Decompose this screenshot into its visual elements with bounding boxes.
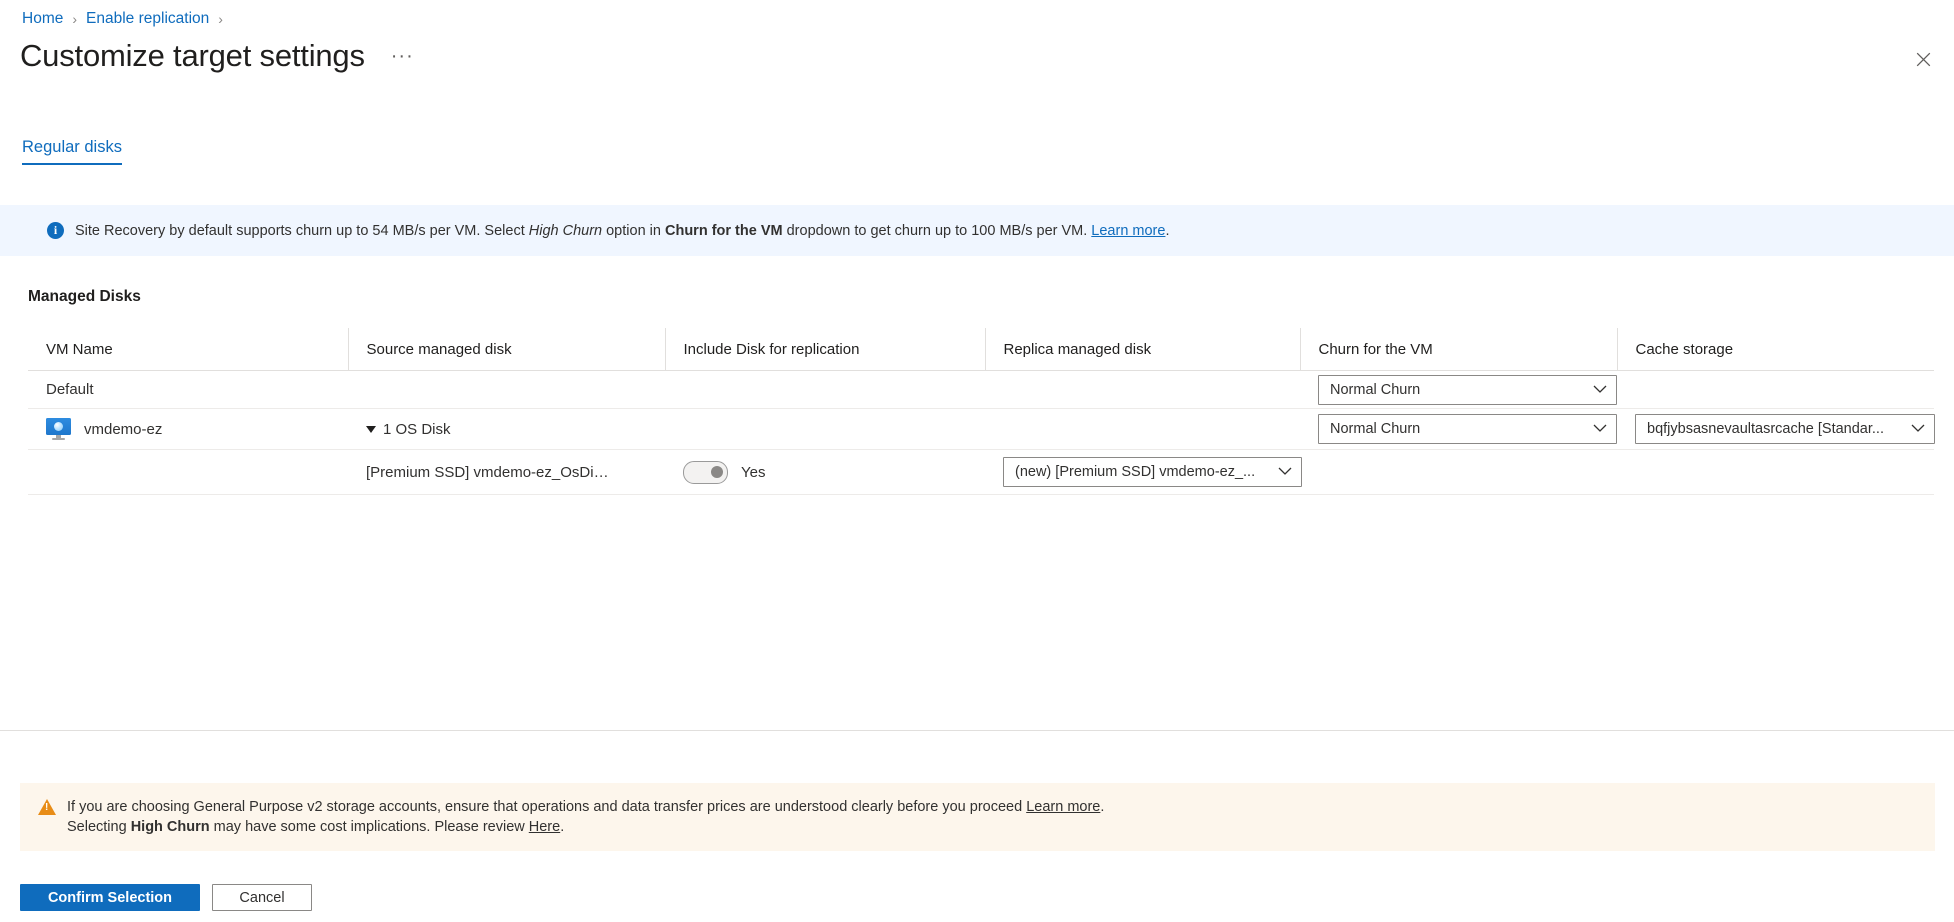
- vm-cache-storage-dropdown-value: bqfjybsasnevaultasrcache [Standar...: [1647, 421, 1884, 437]
- default-source-managed-disk: [348, 371, 665, 409]
- breadcrumb-separator-icon-2: ›: [218, 9, 223, 29]
- disk-vm-name-empty: [28, 450, 348, 495]
- vm-cache-storage-cell: bqfjybsasnevaultasrcache [Standar...: [1617, 409, 1934, 450]
- vm-name-label: vmdemo-ez: [84, 421, 162, 438]
- warning-icon: [38, 799, 56, 815]
- chevron-down-icon: [1593, 382, 1607, 398]
- info-text-part3: dropdown to get churn up to 100 MB/s per…: [783, 223, 1092, 239]
- caret-down-icon: [366, 426, 376, 433]
- column-header-source-managed-disk: Source managed disk: [348, 328, 665, 371]
- default-include-disk: [665, 371, 985, 409]
- page-header: Customize target settings ···: [20, 36, 418, 76]
- warning-line1-part2: .: [1100, 799, 1104, 815]
- close-icon[interactable]: [1906, 42, 1940, 76]
- warning-banner-text: If you are choosing General Purpose v2 s…: [67, 797, 1104, 837]
- replica-managed-disk-dropdown[interactable]: (new) [Premium SSD] vmdemo-ez_...: [1003, 457, 1302, 487]
- default-churn-dropdown-value: Normal Churn: [1330, 382, 1420, 398]
- info-banner: i Site Recovery by default supports chur…: [0, 205, 1954, 256]
- warning-line-2: Selecting High Churn may have some cost …: [67, 817, 1104, 837]
- breadcrumb: Home › Enable replication ›: [22, 9, 223, 29]
- warning-line2-part3: .: [560, 819, 564, 835]
- vm-churn-dropdown-value: Normal Churn: [1330, 421, 1420, 437]
- table-header-row: VM Name Source managed disk Include Disk…: [28, 328, 1934, 371]
- breadcrumb-item-home[interactable]: Home: [22, 9, 63, 29]
- vm-disk-group-cell: 1 OS Disk: [348, 409, 665, 450]
- vm-cache-storage-dropdown[interactable]: bqfjybsasnevaultasrcache [Standar...: [1635, 414, 1935, 444]
- disk-group-label: 1 OS Disk: [383, 421, 451, 438]
- warning-learn-more-link[interactable]: Learn more: [1026, 799, 1100, 815]
- cancel-button[interactable]: Cancel: [212, 884, 312, 911]
- default-replica-managed-disk: [985, 371, 1300, 409]
- disk-group-expander[interactable]: 1 OS Disk: [366, 421, 451, 438]
- column-header-churn-for-the-vm: Churn for the VM: [1300, 328, 1617, 371]
- default-cache-storage: [1617, 371, 1934, 409]
- column-header-vm-name: VM Name: [28, 328, 348, 371]
- info-banner-text: Site Recovery by default supports churn …: [75, 221, 1169, 241]
- chevron-down-icon: [1278, 464, 1292, 480]
- info-text-part1: Site Recovery by default supports churn …: [75, 223, 529, 239]
- table-row-disk: [Premium SSD] vmdemo-ez_OsDisk_1_... Yes…: [28, 450, 1934, 495]
- toggle-knob: [711, 466, 723, 478]
- warning-banner: If you are choosing General Purpose v2 s…: [20, 783, 1935, 851]
- breadcrumb-item-enable-replication[interactable]: Enable replication: [86, 9, 209, 29]
- vm-churn-dropdown[interactable]: Normal Churn: [1318, 414, 1617, 444]
- disk-source-managed-disk-cell: [Premium SSD] vmdemo-ez_OsDisk_1_...: [348, 450, 665, 495]
- tab-regular-disks[interactable]: Regular disks: [22, 138, 122, 165]
- warning-line1-part1: If you are choosing General Purpose v2 s…: [67, 799, 1026, 815]
- info-text-strong: Churn for the VM: [665, 223, 783, 239]
- vm-churn-cell: Normal Churn: [1300, 409, 1617, 450]
- warning-here-link[interactable]: Here: [529, 819, 560, 835]
- managed-disks-table: VM Name Source managed disk Include Disk…: [28, 328, 1934, 495]
- footer-divider: [0, 730, 1954, 731]
- warning-line2-strong: High Churn: [131, 819, 210, 835]
- info-text-emphasis: High Churn: [529, 223, 602, 239]
- disk-include-cell: Yes: [665, 450, 985, 495]
- disk-cache-empty: [1617, 450, 1934, 495]
- vm-name-cell: vmdemo-ez: [28, 409, 348, 450]
- default-churn-dropdown[interactable]: Normal Churn: [1318, 375, 1617, 405]
- page-title: Customize target settings: [20, 36, 365, 76]
- breadcrumb-separator-icon: ›: [72, 9, 77, 29]
- chevron-down-icon: [1911, 421, 1925, 437]
- warning-line2-part1: Selecting: [67, 819, 131, 835]
- column-header-include-disk-for-replication: Include Disk for replication: [665, 328, 985, 371]
- chevron-down-icon: [1593, 421, 1607, 437]
- include-disk-toggle-label: Yes: [741, 464, 765, 481]
- confirm-selection-button[interactable]: Confirm Selection: [20, 884, 200, 911]
- table-row-vm: vmdemo-ez 1 OS Disk Normal Churn: [28, 409, 1934, 450]
- info-learn-more-link[interactable]: Learn more: [1091, 223, 1165, 239]
- column-header-replica-managed-disk: Replica managed disk: [985, 328, 1300, 371]
- vm-replica-managed-disk: [985, 409, 1300, 450]
- more-options-button[interactable]: ···: [387, 46, 418, 66]
- disk-churn-empty: [1300, 450, 1617, 495]
- action-bar: Confirm Selection Cancel: [20, 884, 312, 911]
- info-icon: i: [47, 222, 64, 239]
- disk-source-managed-disk-value: [Premium SSD] vmdemo-ez_OsDisk_1_...: [366, 464, 616, 481]
- managed-disks-label: Managed Disks: [28, 288, 141, 306]
- vm-include-disk: [665, 409, 985, 450]
- default-churn-cell: Normal Churn: [1300, 371, 1617, 409]
- info-text-part4: .: [1165, 223, 1169, 239]
- table-row-default: Default Normal Churn: [28, 371, 1934, 409]
- virtual-machine-icon: [46, 418, 71, 440]
- include-disk-toggle[interactable]: [683, 461, 728, 484]
- replica-managed-disk-dropdown-value: (new) [Premium SSD] vmdemo-ez_...: [1015, 464, 1255, 480]
- warning-line-1: If you are choosing General Purpose v2 s…: [67, 797, 1104, 817]
- warning-line2-part2: may have some cost implications. Please …: [210, 819, 529, 835]
- column-header-cache-storage: Cache storage: [1617, 328, 1934, 371]
- default-vm-name: Default: [28, 371, 348, 409]
- tab-bar: Regular disks: [22, 138, 122, 165]
- info-text-part2: option in: [602, 223, 665, 239]
- disk-replica-cell: (new) [Premium SSD] vmdemo-ez_...: [985, 450, 1300, 495]
